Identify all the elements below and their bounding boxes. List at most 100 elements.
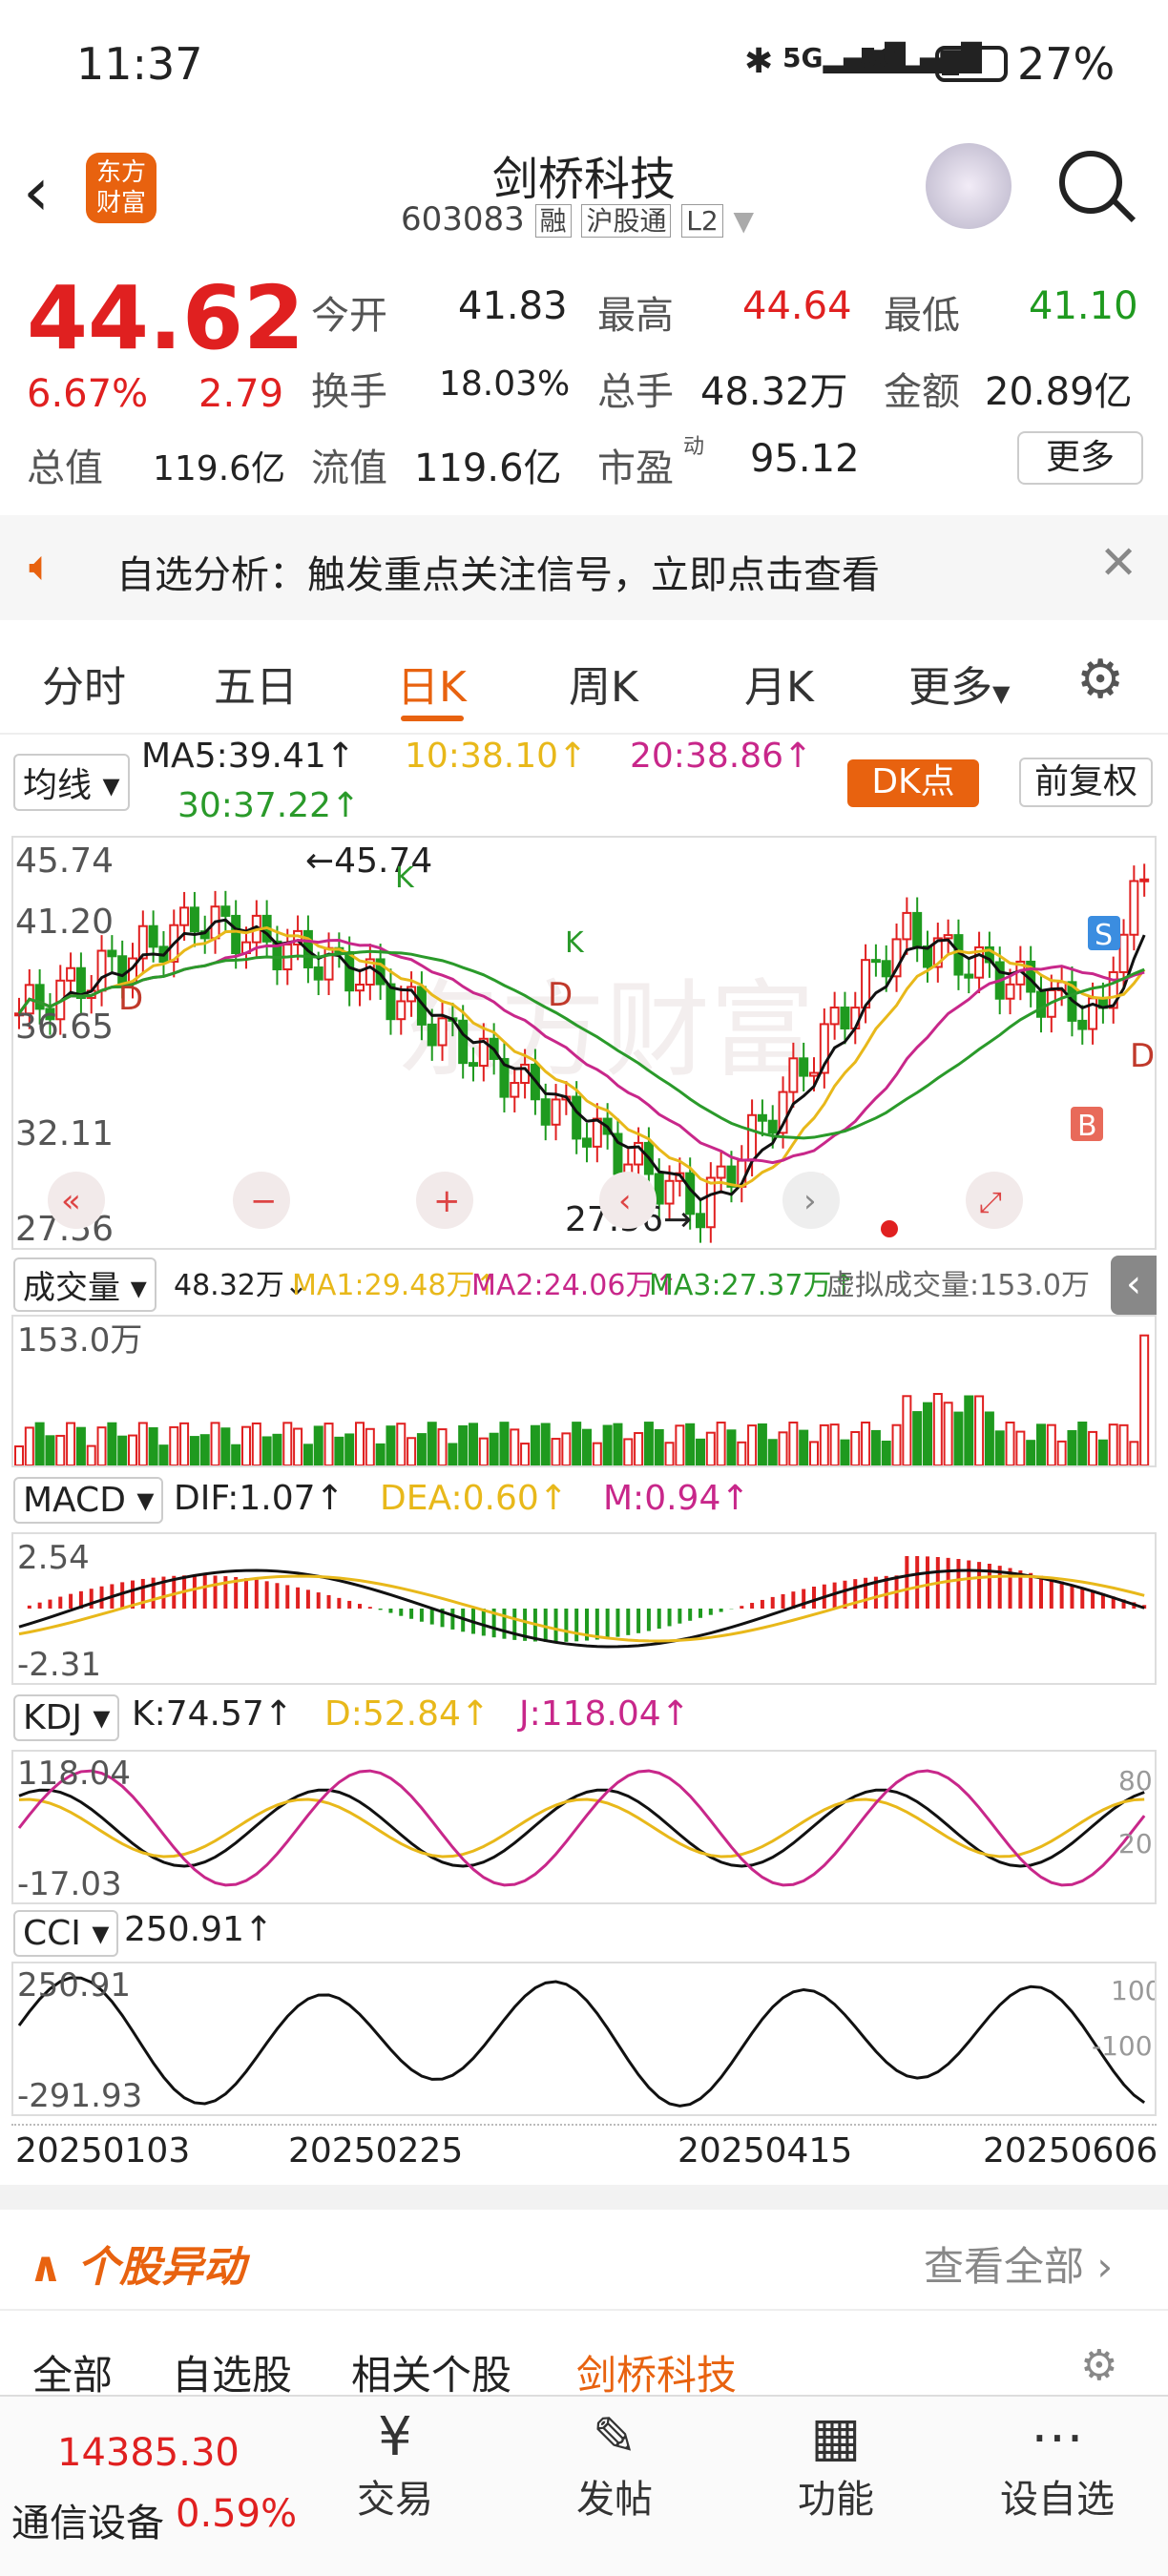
turnover-value: 18.03% [439,364,571,404]
volume-bar [592,1442,602,1467]
y-label-3: 36.65 [15,1008,114,1047]
volume-bar [943,1402,953,1466]
collapse-tab[interactable]: ‹ [1111,1256,1157,1315]
period-tabs: 分时 五日 日K 周K 月K 更多▼ ⚙ [0,620,1168,735]
active-tab-indicator [401,716,464,721]
candle [117,955,128,985]
function-label: 功能 [798,2478,874,2522]
section-tab-all[interactable]: 全部 [32,2343,113,2401]
macd-m: M:0.94↑ [603,1479,750,1518]
gear-icon[interactable]: ⚙ [1076,649,1124,711]
tab-intraday[interactable]: 分时 [42,653,126,714]
tab-more[interactable]: 更多▼ [908,653,1010,714]
volume-bar [891,1423,902,1466]
volume-chart: 153.0万 [11,1315,1157,1467]
volume-bar [643,1422,654,1466]
more-button[interactable]: 更多 [1017,431,1143,485]
section-tab-related[interactable]: 相关个股 [351,2343,511,2401]
d-mark-2: D [548,976,573,1014]
volume-bar [293,1427,303,1467]
robot-avatar[interactable] [926,143,1012,229]
volume-bar [974,1395,985,1466]
section-tab-watchlist[interactable]: 自选股 [172,2343,292,2401]
volume-bar [530,1424,540,1466]
stock-header: ‹ 东方 财富 剑桥科技 603083 融 沪股通 L2 ▼ [0,134,1168,258]
volume-bar [634,1432,644,1466]
candle [840,1007,850,1029]
close-icon[interactable]: ✕ [1099,536,1137,590]
amount-value: 20.89亿 [985,370,1133,414]
volume-bar [953,1411,964,1467]
battery-icon [935,46,1008,82]
low-label: 最低 [884,294,960,338]
more-dots-icon: ⋯ [1031,2406,1084,2468]
tab-monthly-k[interactable]: 月K [744,653,814,714]
kdj-selector[interactable]: KDJ ▾ [13,1694,120,1741]
ma20-legend: 20:38.86↑ [630,737,813,776]
adjust-button[interactable]: 前复权 [1019,758,1153,807]
settings-icon[interactable]: ⚙ [1080,2341,1117,2390]
volume-bar [1129,1441,1139,1467]
volume-bar [1015,1430,1026,1466]
volume-bar [1056,1440,1067,1467]
candle [220,905,231,917]
candle [427,1023,437,1047]
volume-bar [313,1425,323,1466]
divider [0,2185,1168,2210]
volume-bar [664,1442,675,1467]
kline-chart[interactable]: 东方财富 45.74 41.20 36.65 32.11 27.56 ←45.7… [11,836,1157,1250]
volume-bar [334,1436,344,1466]
volume-bar [613,1423,623,1466]
candle [1005,983,1015,1000]
sector-name[interactable]: 通信设备 [11,2492,164,2547]
status-time: 11:37 [76,38,203,90]
volume-selector[interactable]: 成交量 ▾ [13,1257,156,1312]
candle [510,1082,520,1098]
dk-button[interactable]: DK点 [847,759,979,807]
volume-bar [932,1393,943,1466]
post-button[interactable]: ✎ 发帖 [538,2406,691,2524]
low-value: 41.10 [1029,284,1138,328]
cci-r1: 100 [1111,1975,1155,2006]
trade-button[interactable]: ¥ 交易 [319,2406,471,2524]
cci-selector[interactable]: CCI ▾ [13,1910,119,1957]
tab-daily-k[interactable]: 日K [397,653,467,714]
function-button[interactable]: ▦ 功能 [760,2406,912,2524]
kdj-r2: 20 [1118,1828,1153,1859]
volume-bar [220,1427,231,1466]
add-watch-button[interactable]: ⋯ 设自选 [981,2406,1134,2524]
rewind-icon: « [61,1182,81,1220]
sector-percent[interactable]: 0.59% [176,2492,297,2536]
section-tab-stock[interactable]: 剑桥科技 [576,2343,737,2401]
expand-icon: ⤢ [979,1186,1002,1219]
candle [1129,880,1139,936]
macd-selector[interactable]: MACD ▾ [13,1477,164,1524]
view-all-link[interactable]: 查看全部 › [924,2234,1113,2293]
candle [799,1057,809,1077]
index-value[interactable]: 14385.30 [57,2431,240,2475]
volume-bar [407,1437,417,1466]
volume-bar [561,1432,572,1466]
d-mark-4: D [1130,1037,1155,1075]
volume-bar [1026,1440,1036,1467]
kdj-chart: 118.04 -17.03 80 20 [11,1750,1157,1904]
kdj-k: K:74.57↑ [132,1694,293,1734]
analysis-banner[interactable]: 🔈︎ 自选分析：触发重点关注信号，立即点击查看 ✕ [0,515,1168,620]
candle [313,966,323,981]
section-title: ∧ 个股异动 [29,2243,246,2292]
candle [396,1000,407,1021]
y-label-1: 45.74 [15,841,114,881]
tab-five-day[interactable]: 五日 [214,653,298,714]
post-label: 发帖 [576,2478,653,2522]
ma5-legend: MA5:39.41↑ [141,737,355,776]
volume-bar [199,1434,210,1467]
candle [757,1113,767,1122]
volume-bar [840,1439,850,1467]
tab-weekly-k[interactable]: 周K [569,653,638,714]
volume-bar [747,1424,758,1467]
volume-label: 总手 [597,370,674,414]
dropdown-icon[interactable]: ▼ [734,205,755,237]
candle [231,914,241,955]
ma-selector[interactable]: 均线 ▾ [13,754,130,811]
k-mark-2: K [565,926,585,960]
